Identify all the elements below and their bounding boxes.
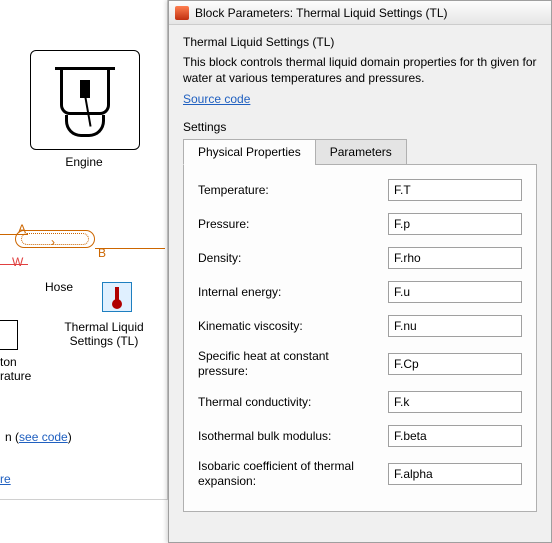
pressure-input[interactable] — [388, 213, 522, 235]
partial-block[interactable] — [0, 320, 18, 350]
canvas-link-2a[interactable]: re — [0, 472, 11, 486]
temperature-input[interactable] — [388, 179, 522, 201]
dialog-titlebar[interactable]: Block Parameters: Thermal Liquid Setting… — [169, 1, 551, 25]
engine-label: Engine — [0, 155, 168, 169]
param-label: Specific heat at constant pressure: — [198, 349, 388, 379]
thermal-liquid-settings-label: Thermal Liquid Settings (TL) — [44, 320, 164, 349]
density-input[interactable] — [388, 247, 522, 269]
param-row-temperature: Temperature: — [198, 179, 522, 201]
internal-energy-input[interactable] — [388, 281, 522, 303]
block-parameters-dialog: Block Parameters: Thermal Liquid Setting… — [168, 0, 552, 543]
param-row-internal-energy: Internal energy: — [198, 281, 522, 303]
partial-block-label: ton rature — [0, 355, 30, 384]
tab-parameters[interactable]: Parameters — [315, 139, 407, 165]
port-w-label: W — [12, 255, 23, 269]
param-row-thermal-conductivity: Thermal conductivity: — [198, 391, 522, 413]
tab-panel-physical-properties: Temperature: Pressure: Density: Internal… — [183, 165, 537, 512]
source-code-link[interactable]: Source code — [183, 92, 250, 106]
param-row-specific-heat: Specific heat at constant pressure: — [198, 349, 522, 379]
param-label: Pressure: — [198, 217, 388, 232]
hose-label: Hose — [45, 280, 73, 294]
model-canvas[interactable]: Engine A B W › Hose Thermal Liquid Setti… — [0, 0, 168, 500]
settings-label: Settings — [183, 120, 537, 134]
tab-physical-properties[interactable]: Physical Properties — [183, 139, 316, 165]
specific-heat-input[interactable] — [388, 353, 522, 375]
param-label: Isothermal bulk modulus: — [198, 429, 388, 444]
param-label: Kinematic viscosity: — [198, 319, 388, 334]
isothermal-bulk-modulus-input[interactable] — [388, 425, 522, 447]
param-label: Density: — [198, 251, 388, 266]
tab-strip: Physical Properties Parameters — [183, 138, 537, 165]
param-row-isobaric-coef: Isobaric coefficient of thermal expansio… — [198, 459, 522, 489]
param-label: Internal energy: — [198, 285, 388, 300]
dialog-title: Block Parameters: Thermal Liquid Setting… — [195, 6, 545, 20]
param-label: Temperature: — [198, 183, 388, 198]
engine-block[interactable] — [30, 50, 140, 150]
param-label: Isobaric coefficient of thermal expansio… — [198, 459, 388, 489]
param-row-isothermal-bulk-modulus: Isothermal bulk modulus: — [198, 425, 522, 447]
see-code-link[interactable]: see code — [19, 430, 68, 444]
app-icon — [175, 6, 189, 20]
thermometer-icon — [109, 287, 125, 307]
param-row-pressure: Pressure: — [198, 213, 522, 235]
kinematic-viscosity-input[interactable] — [388, 315, 522, 337]
isobaric-coef-input[interactable] — [388, 463, 522, 485]
param-label: Thermal conductivity: — [198, 395, 388, 410]
thermal-liquid-settings-block[interactable] — [102, 282, 132, 312]
block-description: This block controls thermal liquid domai… — [183, 55, 537, 86]
param-row-density: Density: — [198, 247, 522, 269]
thermal-conductivity-input[interactable] — [388, 391, 522, 413]
canvas-link-2: re — [0, 472, 11, 486]
hose-block[interactable]: › — [15, 225, 105, 255]
canvas-link-1: n (see code) — [5, 430, 72, 444]
block-subtitle: Thermal Liquid Settings (TL) — [183, 35, 537, 49]
engine-icon — [50, 65, 120, 135]
param-row-kinematic-viscosity: Kinematic viscosity: — [198, 315, 522, 337]
